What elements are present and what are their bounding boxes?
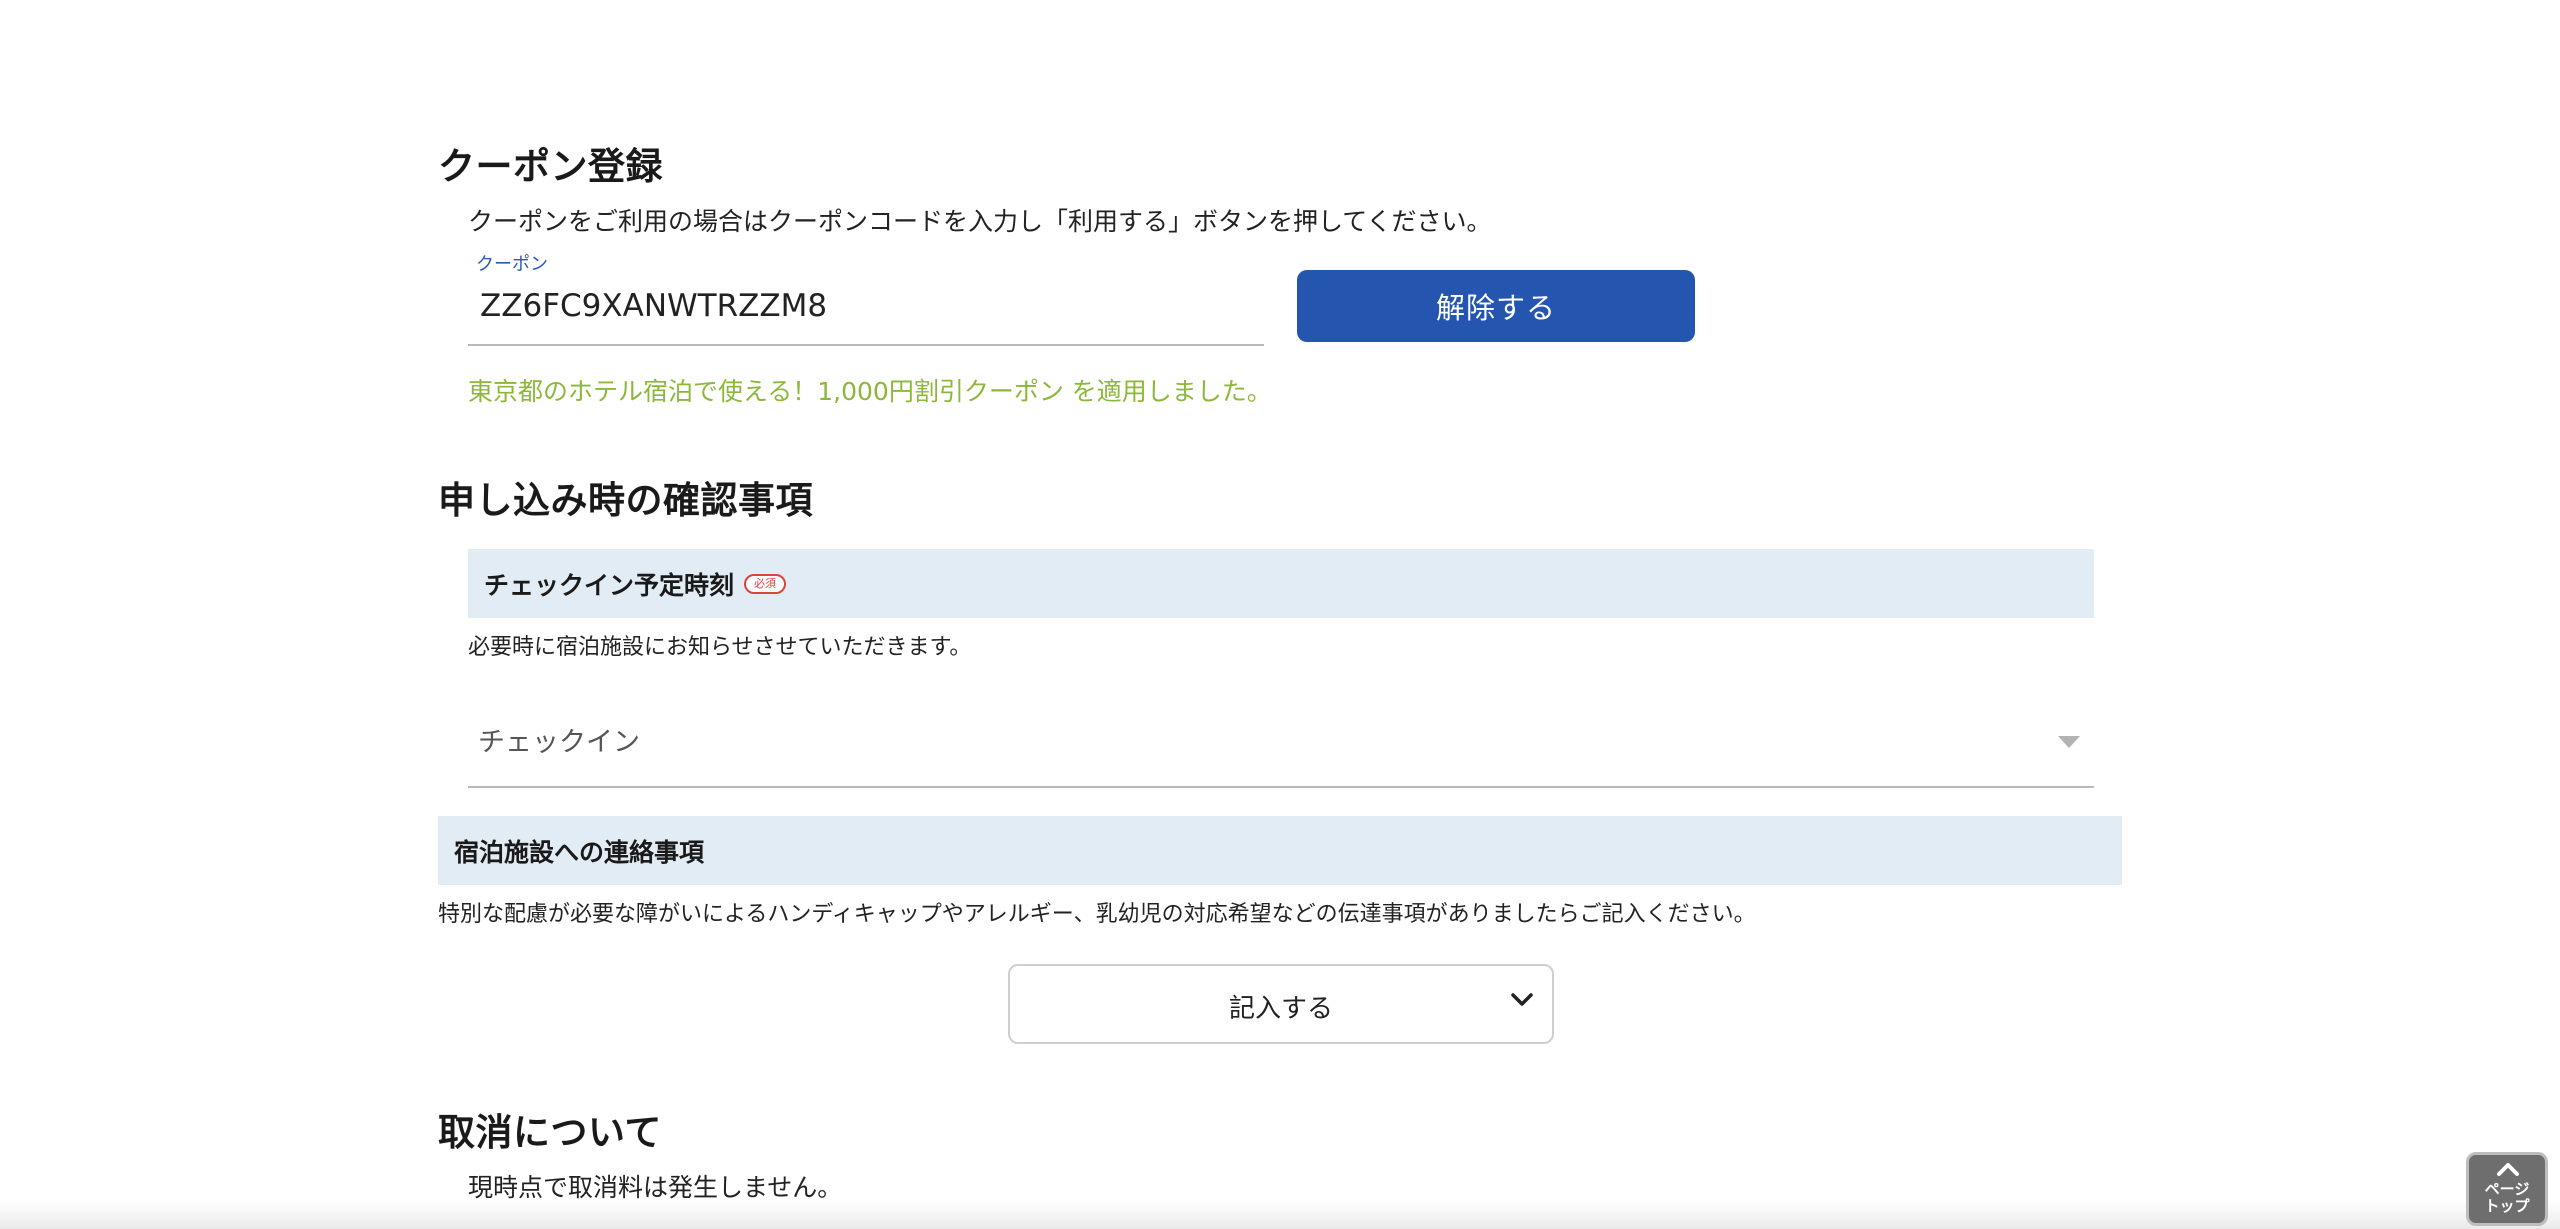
page-top-label-line2: トップ — [2484, 1197, 2530, 1215]
coupon-input[interactable] — [480, 282, 1240, 330]
cancellation-section-title: 取消について — [438, 1111, 662, 1154]
checkin-header-label: チェックイン予定時刻 — [484, 570, 735, 600]
contact-note: 特別な配慮が必要な障がいによるハンディキャップやアレルギー、乳幼児の対応希望など… — [438, 902, 1756, 927]
chevron-down-icon — [1511, 993, 1533, 1006]
release-coupon-button[interactable]: 解除する — [1297, 270, 1695, 342]
confirmation-section-title: 申し込み時の確認事項 — [438, 479, 813, 522]
contact-header-label: 宿泊施設への連絡事項 — [454, 837, 705, 867]
cancellation-text: 現時点で取消料は発生しません。 — [468, 1173, 843, 1202]
bottom-fade — [0, 1200, 2560, 1229]
contact-header-band: 宿泊施設への連絡事項 — [438, 816, 2122, 885]
coupon-success-message: 東京都のホテル宿泊で使える！1,000円割引クーポン を適用しました。 — [468, 377, 1272, 406]
checkin-header-band: チェックイン予定時刻 必須 — [468, 549, 2094, 618]
required-badge: 必須 — [744, 573, 787, 594]
coupon-instruction: クーポンをご利用の場合はクーポンコードを入力し「利用する」ボタンを押してください… — [468, 207, 1492, 236]
coupon-field: クーポン — [468, 250, 1264, 346]
coupon-section-title: クーポン登録 — [438, 145, 663, 188]
caret-down-icon — [2058, 736, 2080, 748]
write-message-button[interactable]: 記入する — [1008, 964, 1554, 1044]
release-coupon-button-label: 解除する — [1435, 291, 1556, 325]
page-top-label: ページ トップ — [2469, 1181, 2545, 1215]
chevron-up-icon — [2497, 1163, 2519, 1176]
page-top-button[interactable]: ページ トップ — [2466, 1152, 2548, 1226]
checkin-time-select[interactable]: チェックイン — [468, 700, 2094, 788]
page: クーポン登録 クーポンをご利用の場合はクーポンコードを入力し「利用する」ボタンを… — [0, 0, 2560, 1229]
write-message-button-label: 記入する — [1228, 994, 1333, 1024]
checkin-note: 必要時に宿泊施設にお知らせさせていただきます。 — [468, 635, 972, 660]
coupon-field-label: クーポン — [476, 254, 548, 275]
page-top-label-line1: ページ — [2484, 1180, 2530, 1198]
checkin-select-value: チェックイン — [478, 727, 640, 758]
